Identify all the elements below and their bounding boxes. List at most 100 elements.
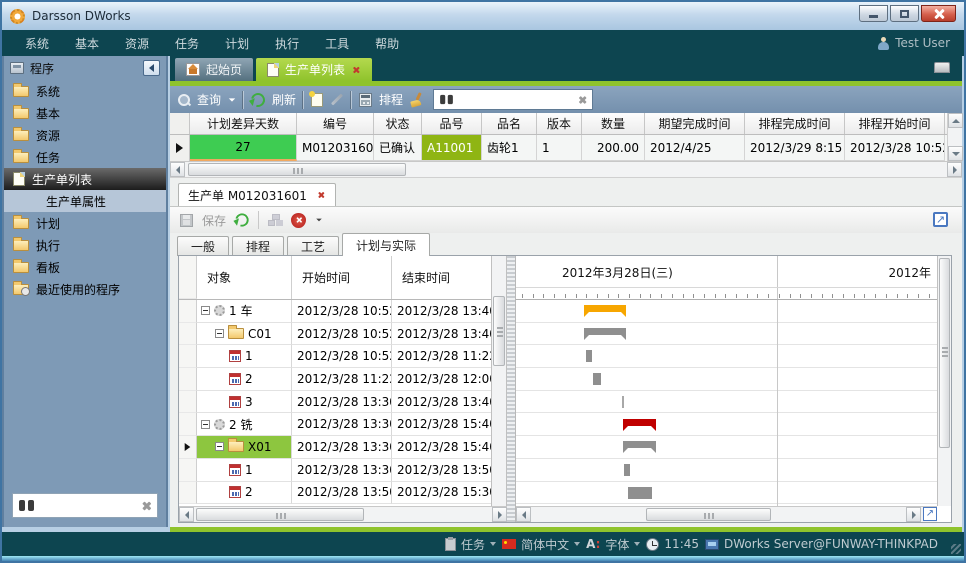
float-window-icon[interactable] bbox=[934, 62, 950, 73]
tab-order-list[interactable]: 生产单列表 bbox=[256, 58, 372, 81]
scroll-left-button[interactable] bbox=[179, 507, 194, 522]
plan-object-cell[interactable]: 1 bbox=[197, 345, 292, 368]
title-bar[interactable]: Darsson DWorks bbox=[2, 2, 964, 30]
grid-column-header[interactable]: 编号 bbox=[297, 113, 374, 134]
gantt-bar[interactable] bbox=[624, 464, 630, 476]
refresh-button[interactable]: 刷新 bbox=[272, 91, 296, 108]
clear-search-icon[interactable] bbox=[142, 502, 150, 510]
plan-table-hscrollbar[interactable] bbox=[179, 506, 507, 522]
vscroll-thumb[interactable] bbox=[939, 258, 950, 448]
scroll-left-button[interactable] bbox=[170, 162, 185, 177]
tab-plan-vs-actual[interactable]: 计划与实际 bbox=[342, 233, 430, 256]
menu-item[interactable]: 任务 bbox=[162, 35, 212, 52]
gantt-bar[interactable] bbox=[584, 305, 626, 312]
grid-column-header[interactable]: 排程开始时间 bbox=[845, 113, 945, 134]
gantt-bar[interactable] bbox=[584, 328, 626, 335]
gantt-bar[interactable] bbox=[628, 487, 652, 499]
menu-item[interactable]: 基本 bbox=[62, 35, 112, 52]
menu-item[interactable]: 帮助 bbox=[362, 35, 412, 52]
grid-column-header[interactable]: 版本 bbox=[537, 113, 582, 134]
plan-object-cell[interactable]: 3 bbox=[197, 391, 292, 414]
plan-table-row[interactable]: 32012/3/28 13:302012/3/28 13:40 bbox=[179, 391, 491, 414]
plan-table-row[interactable]: 12012/3/28 13:302012/3/28 13:50 bbox=[179, 459, 491, 482]
grid-cell[interactable]: 2012/3/29 8:15 bbox=[745, 135, 845, 161]
close-button[interactable] bbox=[921, 5, 956, 22]
plan-column-header[interactable]: 开始时间 bbox=[292, 256, 392, 299]
plan-object-cell[interactable]: X01 bbox=[197, 436, 292, 459]
plan-table-row[interactable]: X012012/3/28 13:302012/3/28 15:40 bbox=[179, 436, 491, 459]
user-box[interactable]: Test User bbox=[878, 30, 950, 56]
plan-object-cell[interactable]: 2 bbox=[197, 368, 292, 391]
sidebar-item[interactable]: 任务 bbox=[4, 146, 166, 168]
status-language-dropdown[interactable]: 简体中文 bbox=[502, 536, 580, 553]
plan-column-header[interactable]: 结束时间 bbox=[392, 256, 492, 299]
plan-table-row[interactable]: 2 铣2012/3/28 13:302012/3/28 15:40 bbox=[179, 413, 491, 436]
collapse-toggle-icon[interactable] bbox=[201, 420, 210, 429]
grid-cell[interactable]: 已确认 bbox=[374, 135, 422, 161]
refresh-icon[interactable] bbox=[248, 90, 267, 109]
grid-cell[interactable]: 2012/4/25 bbox=[645, 135, 745, 161]
grid-cell[interactable]: 齿轮1 bbox=[482, 135, 537, 161]
gantt-bar[interactable] bbox=[623, 419, 656, 426]
status-font-dropdown[interactable]: A 字体 bbox=[586, 536, 640, 553]
tab-close-icon[interactable] bbox=[352, 66, 360, 74]
sidebar-item[interactable]: 执行 bbox=[4, 234, 166, 256]
plan-object-cell[interactable]: 2 bbox=[197, 482, 292, 505]
plan-column-header[interactable]: 对象 bbox=[197, 256, 292, 299]
grid-cell[interactable]: 200.00 bbox=[582, 135, 645, 161]
resize-grip[interactable] bbox=[951, 544, 961, 554]
tab-process[interactable]: 工艺 bbox=[287, 236, 339, 256]
save-button[interactable]: 保存 bbox=[202, 212, 226, 229]
grid-column-header[interactable]: 计划差异天数 bbox=[190, 113, 297, 134]
plan-object-cell[interactable]: C01 bbox=[197, 323, 292, 346]
menu-item[interactable]: 工具 bbox=[312, 35, 362, 52]
collapse-toggle-icon[interactable] bbox=[215, 329, 224, 338]
plan-table-vscrollbar[interactable] bbox=[492, 256, 507, 506]
collapse-toggle-icon[interactable] bbox=[215, 442, 224, 451]
new-document-icon[interactable] bbox=[311, 93, 323, 107]
schedule-button[interactable]: 排程 bbox=[379, 91, 403, 108]
shield-dropdown-icon[interactable] bbox=[316, 219, 322, 222]
plan-table-row[interactable]: C012012/3/28 10:522012/3/28 13:40 bbox=[179, 323, 491, 346]
sidebar-item[interactable]: 资源 bbox=[4, 124, 166, 146]
minimize-button[interactable] bbox=[859, 5, 888, 22]
plan-table-row[interactable]: 22012/3/28 13:502012/3/28 15:30 bbox=[179, 482, 491, 505]
scroll-right-button[interactable] bbox=[906, 507, 921, 522]
tab-start-page[interactable]: 起始页 bbox=[175, 58, 253, 81]
menu-item[interactable]: 计划 bbox=[212, 35, 262, 52]
plan-object-cell[interactable]: 1 bbox=[197, 459, 292, 482]
gantt-hscrollbar[interactable]: ↗ bbox=[516, 506, 937, 522]
gantt-expand-icon[interactable]: ↗ bbox=[923, 507, 937, 521]
hscroll-thumb[interactable] bbox=[188, 163, 406, 176]
scroll-right-button[interactable] bbox=[492, 507, 507, 522]
tab-scheduling[interactable]: 排程 bbox=[232, 236, 284, 256]
scroll-up-button[interactable] bbox=[948, 113, 963, 128]
plan-table-row[interactable]: 22012/3/28 11:222012/3/28 12:00 bbox=[179, 368, 491, 391]
status-task-dropdown[interactable]: 任务 bbox=[445, 536, 496, 553]
schedule-icon[interactable] bbox=[359, 93, 372, 107]
popout-window-icon[interactable]: ↗ bbox=[933, 212, 948, 227]
hscroll-thumb[interactable] bbox=[196, 508, 364, 521]
sidebar-item[interactable]: 生产单属性 bbox=[4, 190, 166, 212]
detail-doc-tab[interactable]: 生产单 M012031601 bbox=[178, 183, 336, 206]
validation-shield-icon[interactable] bbox=[291, 213, 306, 228]
sidebar-search-input[interactable] bbox=[40, 498, 135, 514]
grid-column-header[interactable]: 品号 bbox=[422, 113, 482, 134]
toolbar-search-input[interactable] bbox=[459, 92, 572, 108]
gantt-bar[interactable] bbox=[622, 396, 624, 408]
save-icon[interactable] bbox=[180, 214, 193, 227]
sidebar-item[interactable]: 基本 bbox=[4, 102, 166, 124]
grid-column-header[interactable]: 排程完成时间 bbox=[745, 113, 845, 134]
gantt-bar[interactable] bbox=[586, 350, 592, 362]
tab-general[interactable]: 一般 bbox=[177, 236, 229, 256]
sidebar-item[interactable]: 计划 bbox=[4, 212, 166, 234]
sidebar-item[interactable]: 看板 bbox=[4, 256, 166, 278]
maximize-button[interactable] bbox=[890, 5, 919, 22]
plan-table-row[interactable]: 1 车2012/3/28 10:522012/3/28 13:40 bbox=[179, 300, 491, 323]
grid-cell[interactable]: A11001 bbox=[422, 135, 482, 161]
scroll-left-button[interactable] bbox=[516, 507, 531, 522]
grid-column-header[interactable]: 期望完成时间 bbox=[645, 113, 745, 134]
edit-pencil-icon[interactable] bbox=[331, 93, 343, 105]
scroll-right-button[interactable] bbox=[947, 162, 962, 177]
sidebar-item[interactable]: 最近使用的程序 bbox=[4, 278, 166, 300]
